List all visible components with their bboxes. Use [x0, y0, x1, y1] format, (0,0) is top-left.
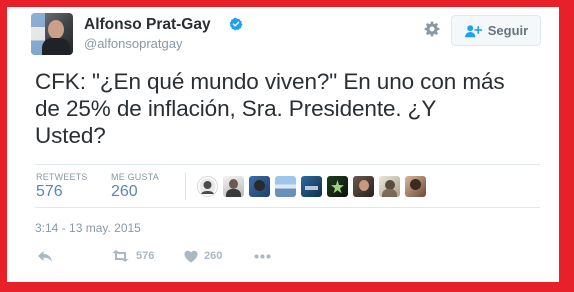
stats-top-divider: [35, 164, 540, 165]
author-handle[interactable]: @alfonsopratgay: [84, 36, 182, 51]
retweet-icon: [112, 250, 129, 262]
follow-button[interactable]: Seguir: [451, 15, 541, 46]
like-button[interactable]: 260: [184, 248, 222, 264]
favoriter-avatar[interactable]: [223, 176, 244, 197]
more-button[interactable]: [254, 248, 271, 264]
tweet-text-line: Usted?: [35, 123, 106, 148]
heart-icon: [184, 250, 198, 262]
tweet-timestamp[interactable]: 3:14 - 13 may. 2015: [35, 221, 141, 235]
favoriter-avatar[interactable]: [275, 176, 296, 197]
favoriter-avatar[interactable]: [405, 176, 426, 197]
favoriter-avatar[interactable]: [353, 176, 374, 197]
author-name[interactable]: Alfonso Prat-Gay: [84, 16, 211, 34]
favoriter-avatar[interactable]: [301, 176, 322, 197]
retweets-label: RETWEETS: [36, 172, 88, 182]
tweet-text-line: CFK: "¿En qué mundo viven?" En uno con m…: [35, 69, 505, 94]
retweet-count: 576: [136, 250, 155, 262]
follow-button-label: Seguir: [487, 23, 529, 38]
likes-label: ME GUSTA: [111, 172, 159, 182]
reply-button[interactable]: [37, 248, 53, 264]
retweets-count[interactable]: 576: [36, 183, 63, 201]
stats-separator: [185, 172, 186, 200]
more-dots-icon: [254, 254, 271, 258]
tweet-text: CFK: "¿En qué mundo viven?" En uno con m…: [35, 68, 545, 149]
like-count: 260: [204, 250, 223, 262]
author-avatar[interactable]: [31, 13, 73, 55]
favoriter-avatar[interactable]: [197, 176, 218, 197]
tweet-text-line: de 25% de inflación, Sra. Presidente. ¿Y: [35, 96, 437, 121]
avatar-body: [42, 38, 70, 55]
gear-icon[interactable]: [424, 21, 440, 37]
retweet-button[interactable]: 576: [111, 248, 154, 264]
favoriter-avatar[interactable]: [327, 176, 348, 197]
avatar-head: [48, 20, 64, 39]
stats-bottom-divider: [35, 207, 540, 208]
favoriter-avatar[interactable]: [249, 176, 270, 197]
reply-icon: [38, 250, 52, 262]
favoriter-avatar[interactable]: [379, 176, 400, 197]
verified-badge-icon: [229, 17, 243, 31]
add-user-icon: [464, 24, 482, 37]
likes-count[interactable]: 260: [111, 183, 138, 201]
